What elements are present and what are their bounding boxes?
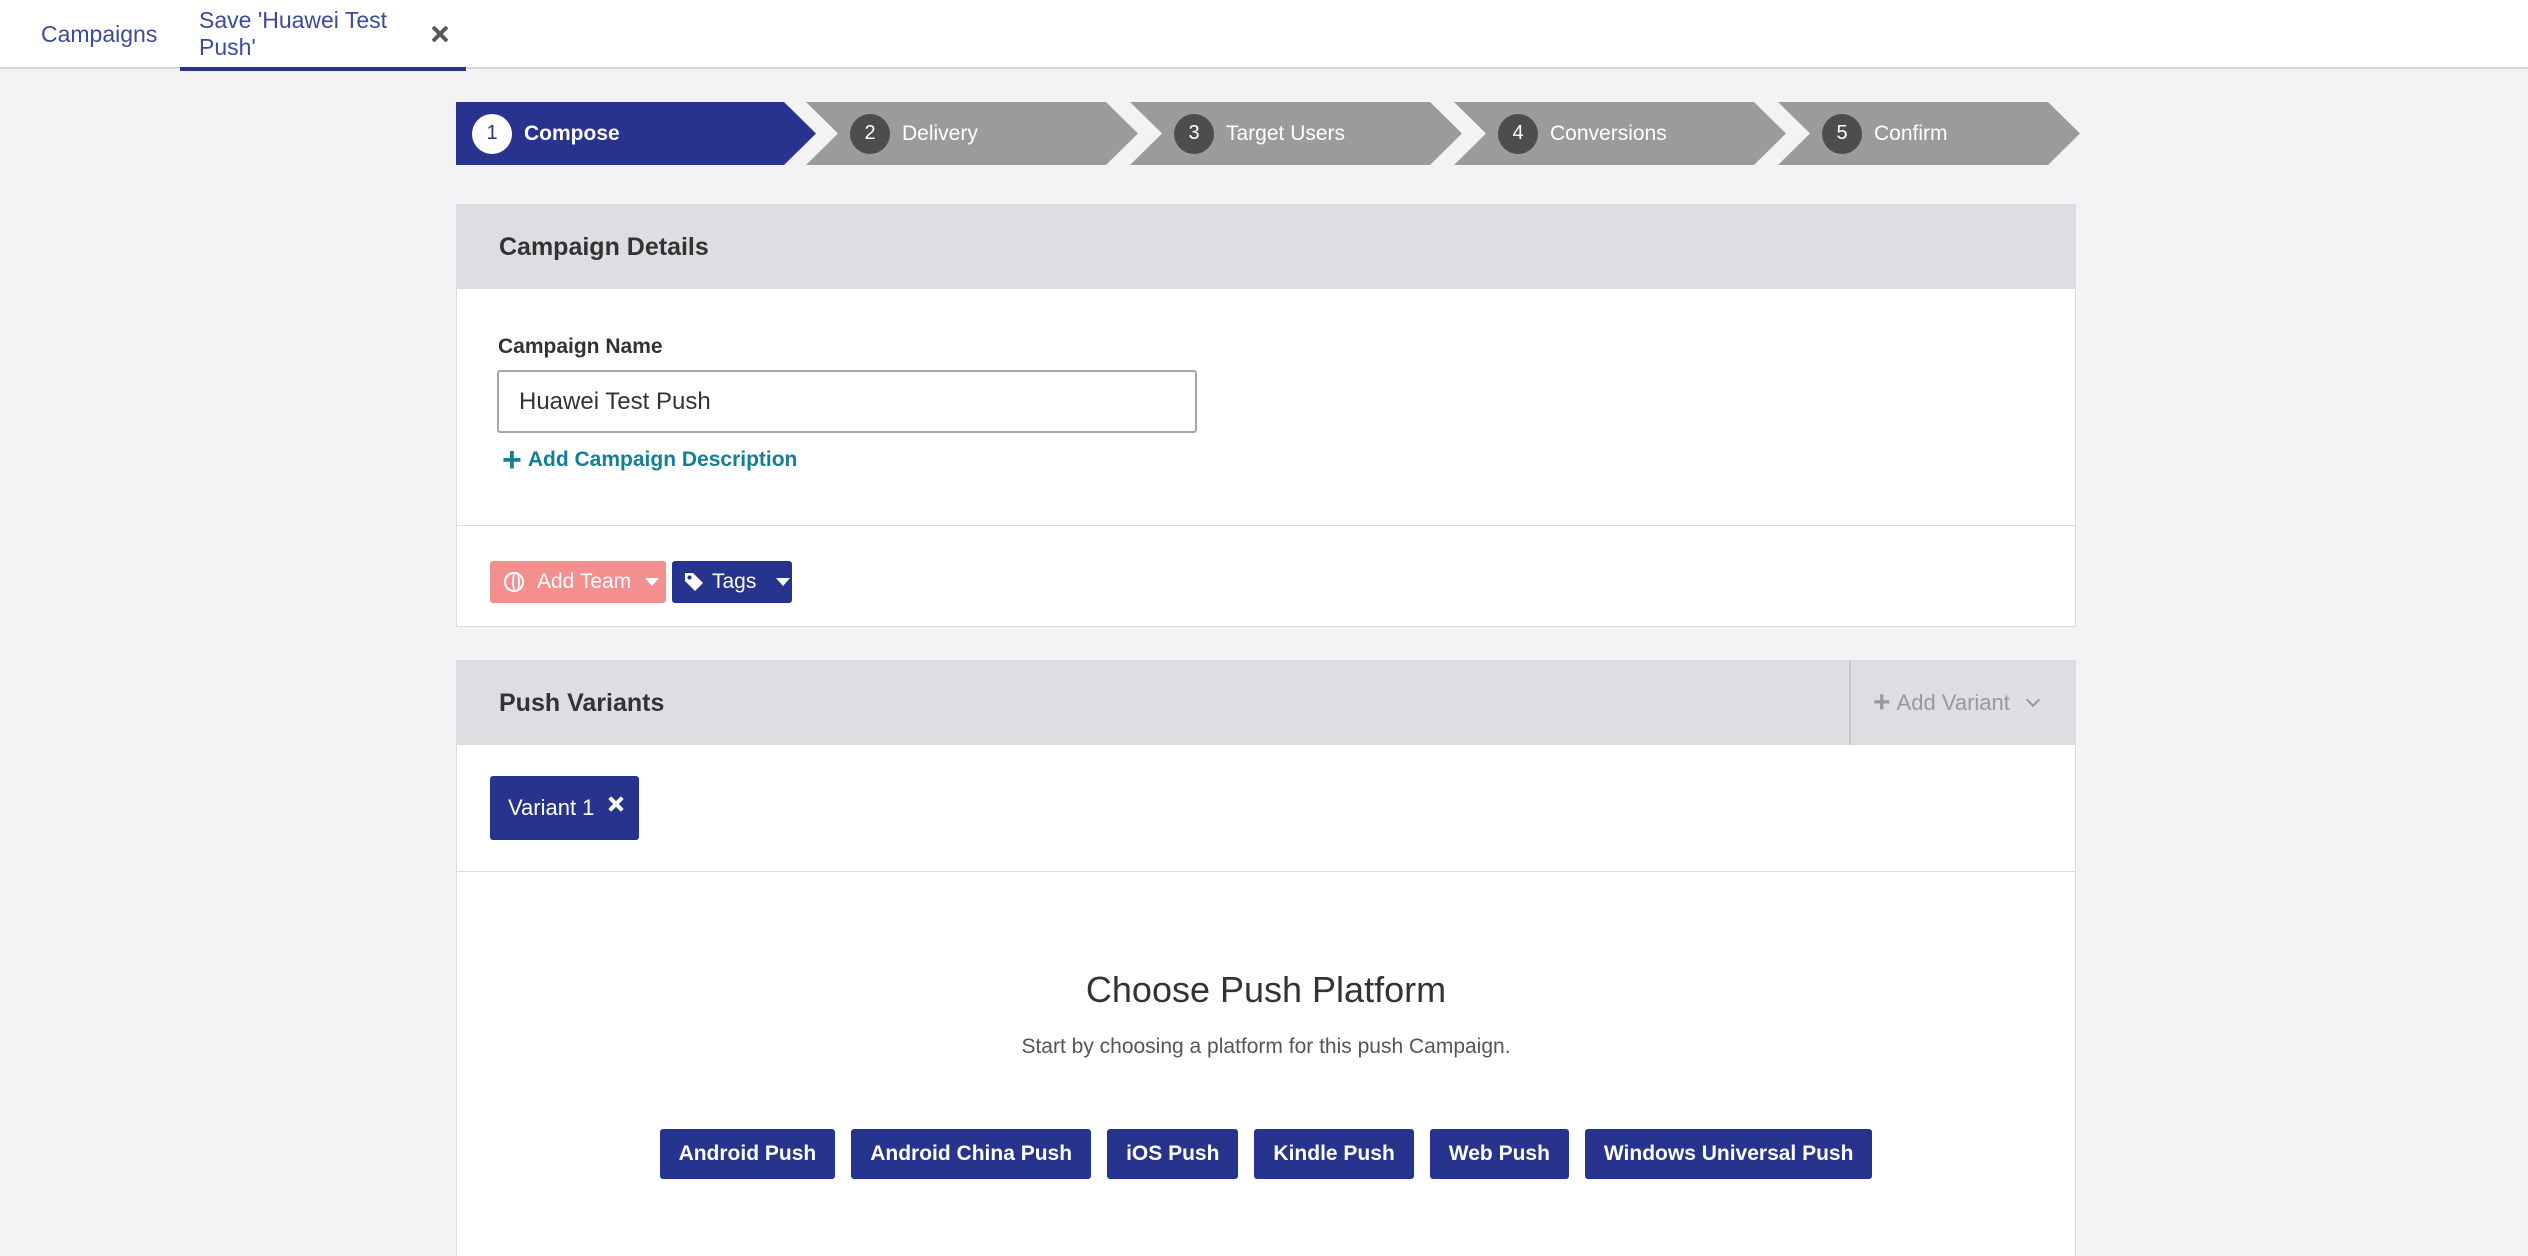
platform-buttons: Android Push Android China Push iOS Push…: [457, 1129, 2075, 1179]
campaign-details-title: Campaign Details: [499, 232, 709, 261]
add-variant-label: Add Variant: [1896, 690, 2010, 715]
globe-icon: [504, 572, 524, 592]
windows-universal-push-button[interactable]: Windows Universal Push: [1584, 1129, 1873, 1179]
add-team-label: Add Team: [537, 570, 632, 593]
step-delivery-number: 2: [850, 113, 890, 154]
step-target-users-number: 3: [1174, 113, 1214, 154]
chevron-down-icon: [2025, 692, 2040, 708]
step-compose-label: Compose: [524, 121, 620, 145]
campaign-details-panel: Campaign Details Campaign Name + Add Cam…: [456, 204, 2076, 627]
step-confirm-label: Confirm: [1874, 121, 1948, 145]
add-variant-dropdown[interactable]: + Add Variant: [1849, 661, 2075, 745]
step-target-users-label: Target Users: [1226, 121, 1346, 145]
step-compose-number: 1: [472, 113, 512, 154]
tab-save-campaign[interactable]: Save 'Huawei Test Push': [180, 0, 466, 71]
campaign-details-header: Campaign Details: [457, 205, 2075, 289]
add-campaign-description-link[interactable]: + Add Campaign Description: [502, 441, 798, 479]
caret-down-icon: [645, 578, 660, 586]
wizard-stepper: 1 Compose 2 Delivery 3 Target Users 4 Co…: [456, 102, 2080, 165]
divider: [457, 525, 2075, 526]
step-conversions-number: 4: [1498, 113, 1538, 154]
push-variants-panel: Push Variants + Add Variant Variant 1 Ch…: [456, 660, 2076, 1256]
caret-down-icon: [776, 578, 791, 586]
push-variants-header: Push Variants + Add Variant: [457, 661, 2075, 745]
choose-platform-subtitle: Start by choosing a platform for this pu…: [1021, 1035, 1511, 1058]
variant-1-label: Variant 1: [508, 795, 595, 820]
campaign-name-label: Campaign Name: [498, 335, 663, 358]
push-variants-title: Push Variants: [499, 688, 665, 717]
web-push-button[interactable]: Web Push: [1429, 1129, 1569, 1179]
plus-icon: +: [1873, 686, 1891, 719]
step-confirm[interactable]: 5 Confirm: [1778, 102, 2080, 165]
tags-button[interactable]: Tags: [672, 561, 792, 603]
plus-icon: +: [502, 441, 522, 479]
divider: [457, 871, 2075, 872]
add-campaign-description-label: Add Campaign Description: [527, 448, 798, 471]
choose-platform-title: Choose Push Platform: [1085, 969, 1447, 1010]
tags-label: Tags: [712, 570, 757, 593]
tab-campaigns-label: Campaigns: [41, 21, 158, 47]
variant-1-tab[interactable]: Variant 1: [490, 776, 639, 840]
step-compose[interactable]: 1 Compose: [456, 102, 816, 165]
tag-icon: [685, 573, 703, 591]
tab-bar: Campaigns Save 'Huawei Test Push': [0, 0, 2528, 71]
ios-push-button[interactable]: iOS Push: [1107, 1129, 1239, 1179]
add-team-button[interactable]: Add Team: [490, 561, 666, 603]
step-target-users[interactable]: 3 Target Users: [1130, 102, 1462, 165]
kindle-push-button[interactable]: Kindle Push: [1254, 1129, 1414, 1179]
campaign-name-input[interactable]: [497, 370, 1197, 433]
tab-save-campaign-label: Save 'Huawei Test Push': [199, 6, 388, 60]
step-delivery[interactable]: 2 Delivery: [806, 102, 1138, 165]
step-delivery-label: Delivery: [902, 121, 978, 145]
step-conversions-label: Conversions: [1550, 121, 1667, 145]
remove-variant-icon[interactable]: [608, 796, 624, 812]
step-conversions[interactable]: 4 Conversions: [1454, 102, 1786, 165]
step-confirm-number: 5: [1822, 113, 1862, 154]
android-china-push-button[interactable]: Android China Push: [851, 1129, 1092, 1179]
close-tab-icon[interactable]: [430, 24, 447, 44]
tab-campaigns[interactable]: Campaigns: [41, 0, 157, 69]
android-push-button[interactable]: Android Push: [659, 1129, 836, 1179]
